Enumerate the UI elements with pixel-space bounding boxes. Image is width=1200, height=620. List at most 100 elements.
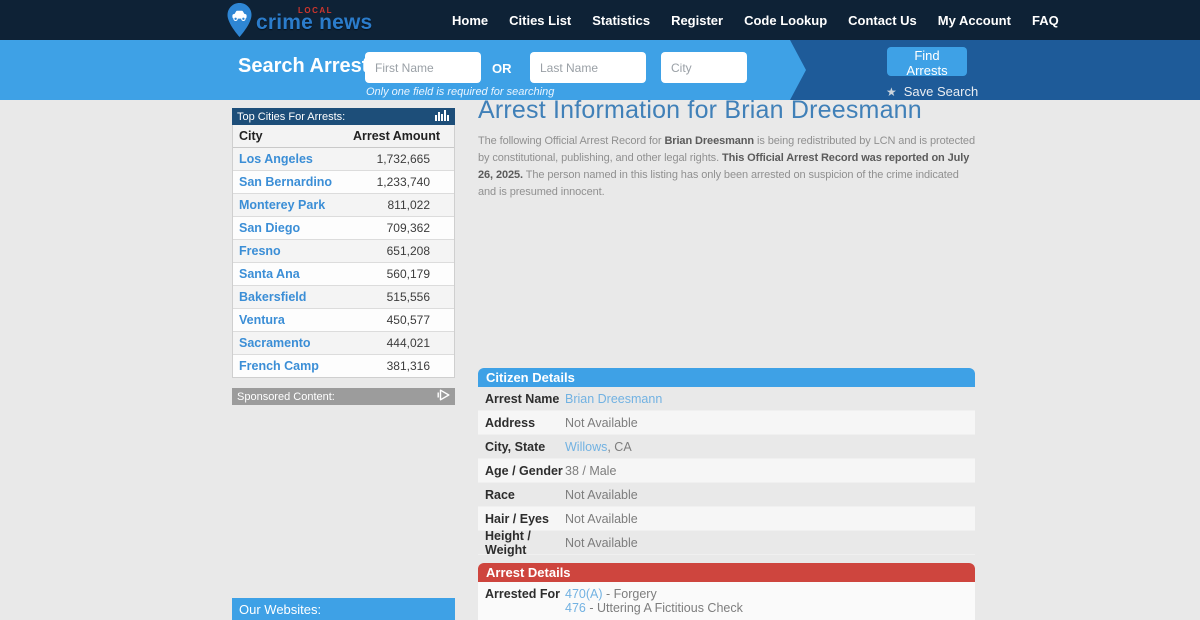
city-link[interactable]: Santa Ana: [239, 267, 300, 281]
city-link[interactable]: Bakersfield: [239, 290, 306, 304]
nav-link-faq[interactable]: FAQ: [1032, 13, 1059, 28]
site-logo[interactable]: LOCAL crime news: [227, 3, 372, 42]
page-title: Arrest Information for Brian Dreesmann: [478, 96, 922, 124]
detail-value-text: 38 / Male: [565, 463, 617, 478]
bar-chart-icon: [435, 109, 450, 124]
intro-text: The following Official Arrest Record for: [478, 135, 665, 147]
city-link[interactable]: French Camp: [239, 359, 319, 373]
city-link[interactable]: San Diego: [239, 221, 300, 235]
top-cities-table: City Arrest Amount Los Angeles 1,732,665 S…: [232, 125, 455, 378]
citizen-detail-row: Height / Weight Not Available: [478, 528, 975, 557]
city-link[interactable]: Ventura: [239, 313, 285, 327]
charge-description: - Forgery: [602, 587, 657, 601]
arrested-for-label: Arrested For: [485, 587, 561, 601]
top-cities-rows: Los Angeles 1,732,665 San Bernardino 1,233,…: [233, 148, 454, 377]
nav-link-cities-list[interactable]: Cities List: [509, 13, 571, 28]
city-link[interactable]: Fresno: [239, 244, 281, 258]
citizen-detail-row: Age / Gender 38 / Male: [478, 459, 975, 483]
top-cities-header: Top Cities For Arrests:: [232, 108, 455, 125]
citizen-detail-row: Arrest Name Brian Dreesmann: [478, 387, 975, 411]
arrest-amount: 444,021: [386, 336, 430, 350]
intro-text: The person named in this listing has onl…: [478, 169, 959, 198]
citizen-detail-row: Address Not Available: [478, 411, 975, 435]
top-city-row: San Bernardino 1,233,740: [233, 171, 454, 194]
arrest-record-intro: The following Official Arrest Record for…: [478, 133, 975, 201]
detail-value: 38 / Male: [565, 464, 616, 478]
detail-value: Not Available: [565, 488, 638, 502]
search-arrests-title: Search Arrests: [238, 55, 380, 77]
amount-column-header: Arrest Amount: [352, 129, 440, 143]
detail-label: Age / Gender: [485, 463, 563, 478]
citizen-details-header: Citizen Details: [478, 368, 975, 387]
detail-value: Not Available: [565, 512, 638, 526]
detail-label: Address: [485, 415, 536, 430]
charges-list: 470(A) - Forgery 476 - Uttering A Fictiti…: [565, 587, 743, 620]
arrest-amount: 709,362: [386, 221, 430, 235]
find-arrests-button[interactable]: Find Arrests: [887, 47, 967, 78]
arrest-amount: 651,208: [386, 244, 430, 258]
citizen-detail-row: Race Not Available: [478, 483, 975, 507]
map-pin-car-icon: [227, 3, 252, 42]
city-column-header: City: [239, 129, 263, 143]
detail-label: Arrest Name: [485, 391, 560, 406]
citizen-detail-row: City, State Willows, CA: [478, 435, 975, 459]
charge-description: - Uttering A Fictitious Check: [585, 601, 743, 615]
arrest-amount: 515,556: [386, 290, 430, 304]
top-city-row: French Camp 381,316: [233, 355, 454, 377]
nav-link-home[interactable]: Home: [452, 13, 488, 28]
detail-value-link[interactable]: Brian Dreesmann: [565, 392, 662, 406]
charge-line: 476 - Uttering A Fictitious Check: [565, 601, 743, 615]
nav-link-my-account[interactable]: My Account: [938, 13, 1011, 28]
detail-value-link[interactable]: Willows: [565, 440, 607, 454]
detail-value-text: Not Available: [565, 487, 638, 502]
nav-link-code-lookup[interactable]: Code Lookup: [744, 13, 827, 28]
city-link[interactable]: Sacramento: [239, 336, 311, 350]
our-websites-bar: Our Websites:: [232, 598, 455, 620]
arrest-details-section: Arrest Details Arrested For 470(A) - For…: [478, 563, 975, 620]
top-city-row: Los Angeles 1,732,665: [233, 148, 454, 171]
city-input[interactable]: [661, 52, 747, 83]
detail-label: Hair / Eyes: [485, 511, 549, 526]
city-link[interactable]: Los Angeles: [239, 152, 313, 166]
nav-link-statistics[interactable]: Statistics: [592, 13, 650, 28]
sponsored-content-label: Sponsored Content:: [237, 390, 335, 403]
top-cities-column-headers: City Arrest Amount: [233, 125, 454, 148]
detail-label: Race: [485, 487, 515, 502]
arrest-amount: 1,233,740: [376, 175, 430, 189]
top-city-row: Santa Ana 560,179: [233, 263, 454, 286]
last-name-input[interactable]: [530, 52, 646, 83]
citizen-details-rows: Arrest Name Brian Dreesmann Address Not Ava…: [478, 387, 975, 557]
first-name-input[interactable]: [365, 52, 481, 83]
detail-value-text: Not Available: [565, 511, 638, 526]
intro-bold-text: Brian Dreesmann: [664, 135, 755, 147]
detail-value: Not Available: [565, 416, 638, 430]
top-city-row: Sacramento 444,021: [233, 332, 454, 355]
detail-label: City, State: [485, 439, 546, 454]
detail-value: Not Available: [565, 536, 638, 550]
arrest-amount: 1,732,665: [376, 152, 430, 166]
sponsored-content-bar: Sponsored Content:: [232, 388, 455, 405]
city-link[interactable]: Monterey Park: [239, 198, 325, 212]
top-city-row: Bakersfield 515,556: [233, 286, 454, 309]
page: LOCAL crime news Home Cities List Statisti…: [0, 0, 1200, 620]
main-content: Arrest Information for Brian Dreesmann T…: [478, 96, 975, 620]
charge-code-link[interactable]: 476: [565, 601, 586, 615]
city-link[interactable]: San Bernardino: [239, 175, 332, 189]
arrest-amount: 450,577: [386, 313, 430, 327]
search-band: Search Arrests OR Only one field is requ…: [0, 40, 1200, 100]
citizen-detail-row: Hair / Eyes Not Available: [478, 507, 975, 531]
detail-value: Willows, CA: [565, 440, 632, 454]
charge-code-link[interactable]: 470(A): [565, 587, 603, 601]
top-city-row: Fresno 651,208: [233, 240, 454, 263]
detail-label: Height / Weight: [485, 528, 531, 557]
detail-value: Brian Dreesmann: [565, 392, 662, 406]
arrested-for-row: Arrested For 470(A) - Forgery 476 - Utter…: [478, 582, 975, 620]
nav-link-register[interactable]: Register: [671, 13, 723, 28]
charge-line: 470(A) - Forgery: [565, 587, 743, 601]
nav-link-contact-us[interactable]: Contact Us: [848, 13, 917, 28]
arrest-amount: 381,316: [386, 359, 430, 373]
adchoices-icon[interactable]: [437, 389, 450, 404]
top-city-row: Monterey Park 811,022: [233, 194, 454, 217]
arrest-details-header: Arrest Details: [478, 563, 975, 582]
logo-crime-news-label: crime news: [256, 11, 373, 34]
